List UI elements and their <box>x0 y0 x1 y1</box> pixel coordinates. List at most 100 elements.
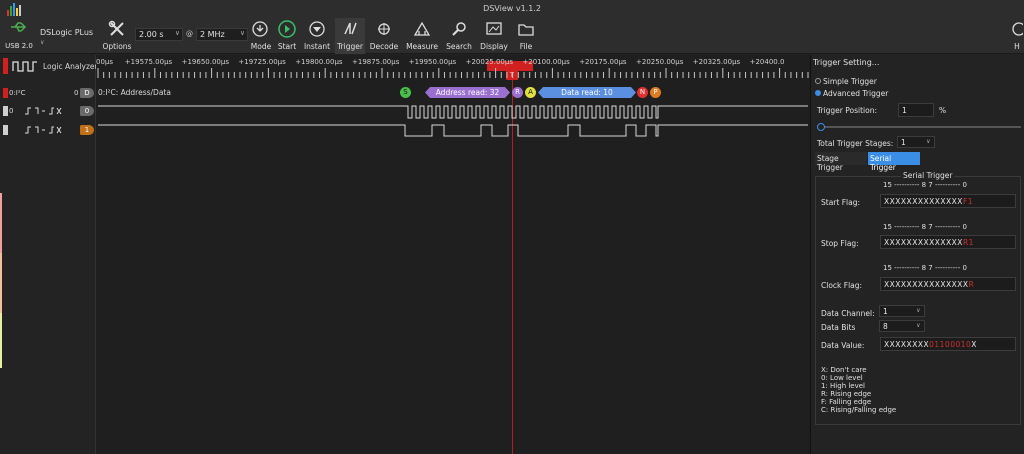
decoder-badge[interactable]: D <box>80 88 94 98</box>
total-stages-value: 1 <box>901 138 907 147</box>
file-button[interactable]: File <box>512 18 540 54</box>
channel-1-waveform <box>98 124 808 137</box>
legend-item: X: Don't care <box>821 366 867 374</box>
display-button[interactable]: Display <box>478 18 510 54</box>
ruler-label: +20325.00µs <box>692 58 741 66</box>
decode-address-segment[interactable]: Address read: 32 <box>425 87 510 98</box>
decode-read-marker[interactable]: R <box>512 87 523 98</box>
decode-data-segment[interactable]: Data read: 10 <box>538 87 636 98</box>
clock-flag-input[interactable]: XXXXXXXXXXXXXXXR <box>880 277 1016 291</box>
trigger-position-slider[interactable] <box>817 123 1021 131</box>
mode-button[interactable]: Mode <box>248 18 272 54</box>
window-title: DSView v1.1.2 <box>483 4 541 13</box>
channel-1-color-icon <box>3 125 8 135</box>
chevron-down-icon: ∨ <box>40 39 45 46</box>
trigger-position-input[interactable]: 1 <box>898 103 934 117</box>
mode-label: Mode <box>250 42 272 51</box>
channel-0-label: 0 <box>9 107 14 115</box>
trigger-label: Trigger <box>337 42 363 51</box>
clock-flag-dontcare: XXXXXXXXXXXXXXX <box>884 280 969 289</box>
duration-select[interactable]: 2.00 s ∨ <box>135 28 183 41</box>
instant-button[interactable]: Instant <box>303 18 331 54</box>
channel-0-trigger-icons[interactable] <box>24 106 78 118</box>
logic-analyzer-label: Logic Analyzer <box>43 62 98 71</box>
start-flag-input[interactable]: XXXXXXXXXXXXXXF1 <box>880 194 1016 208</box>
search-button[interactable]: Search <box>444 18 474 54</box>
samplerate-value: 2 MHz <box>200 30 225 39</box>
channel-1-trigger-icons[interactable] <box>24 125 78 137</box>
trigger-icon <box>344 22 357 35</box>
decode-read-label: R <box>515 88 520 96</box>
clock-flag-bit-header: 15 ---------- 8 7 ---------- 0 <box>883 264 967 272</box>
data-value-label: Data Value: <box>821 341 865 350</box>
channel-0-waveform <box>98 105 808 119</box>
simple-trigger-label: Simple Trigger <box>823 77 877 86</box>
tab-stage-trigger-label: Stage Trigger <box>817 154 843 172</box>
help-button[interactable]: H <box>1010 18 1024 54</box>
advanced-trigger-label: Advanced Trigger <box>823 89 889 98</box>
total-stages-select[interactable]: 1 ∨ <box>897 136 935 148</box>
data-bits-select[interactable]: 8 ∨ <box>879 320 925 332</box>
device-name: DSLogic PLus <box>40 28 94 37</box>
decode-stop-marker[interactable]: P <box>650 87 661 98</box>
data-channel-label: Data Channel: <box>821 309 875 318</box>
search-icon <box>452 22 466 36</box>
start-flag-label: Start Flag: <box>821 198 860 207</box>
legend-item: 0: Low level <box>821 374 863 382</box>
channel-0-badge-label: 0 <box>84 107 90 115</box>
device-select[interactable]: DSLogic PLus ∨ <box>40 28 98 46</box>
start-flag-bits: F1 <box>962 197 974 206</box>
data-value-input[interactable]: XXXXXXXX01100010X <box>880 337 1016 351</box>
decode-button[interactable]: Decode <box>369 18 399 54</box>
data-value-dontcare: XXXXXXXX <box>884 340 930 349</box>
data-value-bits: 01100010 <box>929 340 972 349</box>
stop-flag-dontcare: XXXXXXXXXXXXXX <box>884 238 963 247</box>
wrench-icon <box>108 20 124 36</box>
side-marker-peach <box>0 253 2 313</box>
start-button[interactable]: Start <box>275 18 299 54</box>
trigger-position-label: Trigger Position: <box>817 106 877 115</box>
start-label: Start <box>277 42 297 51</box>
data-bits-label: Data Bits <box>821 323 856 332</box>
legend-item: C: Rising/Falling edge <box>821 406 897 414</box>
measure-label: Measure <box>406 42 438 51</box>
device-button[interactable]: USB 2.0 <box>2 18 36 54</box>
channel-1-badge[interactable]: 1 <box>80 125 94 135</box>
ruler-label: +19575.00µs <box>124 58 173 66</box>
decoder-badge-label: D <box>84 89 90 97</box>
data-value-tail: X <box>971 340 977 349</box>
decode-nack-marker[interactable]: N <box>637 87 648 98</box>
trigger-button[interactable]: Trigger <box>335 18 365 54</box>
start-flag-bit-header: 15 ---------- 8 7 ---------- 0 <box>883 181 967 189</box>
instant-label: Instant <box>303 42 331 51</box>
measure-button[interactable]: Measure <box>405 18 439 54</box>
trigger-position-handle[interactable] <box>817 123 826 131</box>
decoder-index: 0 <box>74 89 79 97</box>
samplerate-select[interactable]: 2 MHz ∨ <box>196 28 248 41</box>
ruler-label: +19650.00µs <box>181 58 229 66</box>
simple-trigger-radio[interactable] <box>815 78 821 84</box>
measure-icon <box>413 21 431 36</box>
advanced-trigger-radio[interactable] <box>815 90 821 96</box>
stop-flag-bit-header: 15 ---------- 8 7 ---------- 0 <box>883 223 967 231</box>
waveform-icon <box>12 59 38 75</box>
stop-flag-input[interactable]: XXXXXXXXXXXXXXR1 <box>880 235 1016 249</box>
decode-start-marker[interactable]: S <box>400 87 411 98</box>
decode-data-label: Data read: 10 <box>561 88 613 97</box>
ruler-label: +19875.00µs <box>352 58 400 66</box>
start-flag-dontcare: XXXXXXXXXXXXXX <box>884 197 963 206</box>
chevron-down-icon: ∨ <box>926 138 931 145</box>
channel-0-badge[interactable]: 0 <box>80 106 94 116</box>
tab-serial-trigger[interactable]: Serial Trigger <box>868 152 920 172</box>
ruler-label: +19950.00µs <box>408 58 457 66</box>
search-label: Search <box>446 42 472 51</box>
tab-stage-trigger[interactable]: Stage Trigger <box>815 152 867 172</box>
options-button[interactable]: Options <box>101 18 133 54</box>
ruler-label: +19800.00µs <box>295 58 343 66</box>
decode-ack-marker[interactable]: A <box>525 87 536 98</box>
decoder-left-label: 0:I²C <box>9 89 26 97</box>
trigger-position-value: 1 <box>902 106 908 115</box>
decoder-color-icon <box>3 88 8 98</box>
decoder-title: 0:I²C: Address/Data <box>98 88 171 97</box>
data-channel-select[interactable]: 1 ∨ <box>879 305 925 317</box>
